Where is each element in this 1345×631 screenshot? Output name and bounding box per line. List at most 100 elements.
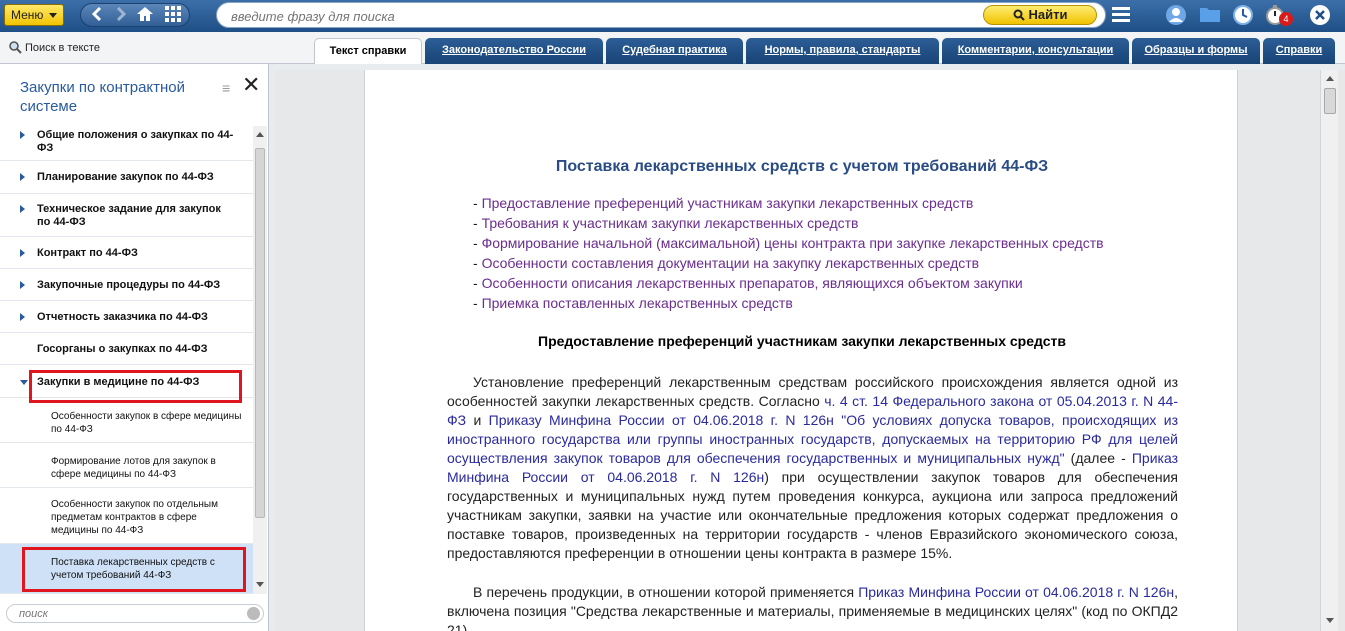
search-box: Найти <box>216 2 1106 28</box>
document-page: Поставка лекарственных средств с учетом … <box>364 70 1238 631</box>
home-icon[interactable] <box>133 6 157 24</box>
search-in-text-label: Поиск в тексте <box>25 42 100 54</box>
folder-icon[interactable] <box>1199 4 1223 26</box>
toc-item[interactable]: Техническое задание для закупок по 44-ФЗ <box>0 194 253 237</box>
scroll-down-icon[interactable] <box>1326 618 1334 623</box>
paragraph: Установление преференций лекарственным с… <box>447 373 1178 563</box>
toc-link-label: Предоставление преференций участникам за… <box>481 195 974 211</box>
toc-item-label: Госорганы о закупках по 44-ФЗ <box>37 343 208 355</box>
toc-list: Общие положения о закупках по 44-ФЗ План… <box>0 126 253 594</box>
magnifier-icon <box>9 41 22 54</box>
dash: - <box>473 295 482 311</box>
hamburger-icon[interactable] <box>1110 4 1134 26</box>
tab-help-text[interactable]: Текст справки <box>314 38 422 64</box>
toc-item-label: Общие положения о закупках по 44-ФЗ <box>37 129 234 154</box>
toc-item[interactable]: Контракт по 44-ФЗ <box>0 237 253 269</box>
toc-item[interactable]: Отчетность заказчика по 44-ФЗ <box>0 301 253 333</box>
panel-title: Закупки по контрактной системе <box>20 79 186 115</box>
find-button[interactable]: Найти <box>983 5 1097 25</box>
expand-arrow-icon <box>20 205 25 213</box>
toc-subitem-label: Формирование лотов для закупок в сфере м… <box>51 456 216 480</box>
dash: - <box>473 215 482 231</box>
order-link[interactable]: Приказ Минфина России от 04.06.2018 г. N… <box>858 584 1174 600</box>
grid-icon[interactable] <box>161 6 185 24</box>
clear-icon[interactable] <box>247 607 260 620</box>
list-menu-icon[interactable]: ≡ <box>222 80 230 96</box>
menu-button[interactable]: Меню <box>4 4 64 26</box>
expand-arrow-icon <box>20 173 25 181</box>
toc-item[interactable]: Госорганы о закупках по 44-ФЗ <box>0 333 253 365</box>
search-in-text-button[interactable]: Поиск в тексте <box>8 40 100 54</box>
toc-item-label: Техническое задание для закупок по 44-ФЗ <box>37 203 221 228</box>
expand-arrow-icon <box>20 281 25 289</box>
clock-icon[interactable] <box>1232 4 1256 26</box>
expand-arrow-icon <box>20 313 25 321</box>
panel-search-box <box>6 604 264 623</box>
tabs-bar: Поиск в тексте Текст справки Законодател… <box>0 32 1345 64</box>
expand-arrow-icon <box>20 131 25 139</box>
tab-court-practice[interactable]: Судебная практика <box>606 38 743 64</box>
panel-scrollbar[interactable] <box>253 126 267 594</box>
help-icon[interactable] <box>1309 4 1333 26</box>
toc-item[interactable]: Общие положения о закупках по 44-ФЗ <box>0 126 253 161</box>
dash: - <box>473 235 482 251</box>
close-icon[interactable]: ✕ <box>242 74 260 96</box>
toc-item[interactable]: Закупочные процедуры по 44-ФЗ <box>0 269 253 301</box>
toc-item-label: Закупки в медицине по 44-ФЗ <box>37 376 200 388</box>
scroll-thumb[interactable] <box>1324 88 1336 114</box>
scroll-down-icon[interactable] <box>256 582 264 587</box>
toc-item-expanded[interactable]: Закупки в медицине по 44-ФЗ <box>0 365 253 398</box>
toc-subitem-selected[interactable]: Поставка лекарственных средств с учетом … <box>0 544 253 594</box>
document-scrollbar[interactable] <box>1320 70 1338 631</box>
dash: - <box>473 275 482 291</box>
menu-button-label: Меню <box>11 8 44 22</box>
tab-legislation[interactable]: Законодательство России <box>425 38 603 64</box>
toc-link-label: Особенности составления документации на … <box>481 255 980 271</box>
tab-samples[interactable]: Образцы и формы <box>1132 38 1260 64</box>
toc-subitem[interactable]: Формирование лотов для закупок в сфере м… <box>0 443 253 488</box>
forward-icon[interactable] <box>109 6 133 24</box>
collapse-arrow-icon <box>20 380 28 385</box>
toc-item[interactable]: Планирование закупок по 44-ФЗ <box>0 161 253 194</box>
toc-link[interactable]: - Формирование начальной (максимальной) … <box>473 233 1213 253</box>
toc-link-label: Приемка поставленных лекарственных средс… <box>481 295 793 311</box>
notification-badge: 4 <box>1279 12 1293 26</box>
scroll-up-icon[interactable] <box>256 132 264 137</box>
find-button-label: Найти <box>1028 7 1068 22</box>
toc-link-label: Требования к участникам закупки лекарств… <box>481 215 859 231</box>
document-area: Поставка лекарственных средств с учетом … <box>274 70 1345 631</box>
back-icon[interactable] <box>85 6 109 24</box>
dash: - <box>473 195 482 211</box>
toc-item-label: Контракт по 44-ФЗ <box>37 247 138 259</box>
toc-subitem-label: Поставка лекарственных средств с учетом … <box>51 557 215 581</box>
toc-link[interactable]: - Особенности описания лекарственных пре… <box>473 273 1213 293</box>
tab-norms[interactable]: Нормы, правила, стандарты <box>746 38 939 64</box>
toc-subitem-label: Особенности закупок в сфере медицины по … <box>51 411 242 435</box>
toc-item-label: Закупочные процедуры по 44-ФЗ <box>37 279 221 291</box>
toc-link[interactable]: - Предоставление преференций участникам … <box>473 193 1213 213</box>
dash: - <box>473 255 482 271</box>
text: (далее - <box>1064 450 1132 466</box>
toc-link[interactable]: - Особенности составления документации н… <box>473 253 1213 273</box>
toc-link[interactable]: - Приемка поставленных лекарственных сре… <box>473 293 1213 313</box>
panel-search-input[interactable] <box>19 607 239 621</box>
expand-arrow-icon <box>20 249 25 257</box>
search-input[interactable] <box>231 7 971 25</box>
toc-link-label: Формирование начальной (максимальной) це… <box>481 235 1104 251</box>
tab-comments[interactable]: Комментарии, консультации <box>942 38 1129 64</box>
chevron-down-icon <box>49 13 57 18</box>
toc-subitem-label: Особенности закупок по отдельным предмет… <box>51 499 218 536</box>
user-icon[interactable] <box>1165 4 1189 26</box>
paragraph: В перечень продукции, в отношении которо… <box>447 583 1178 631</box>
search-icon <box>1013 9 1025 21</box>
scroll-up-icon[interactable] <box>1326 76 1334 81</box>
toc-subitem[interactable]: Особенности закупок по отдельным предмет… <box>0 488 253 544</box>
toc-item-label: Отчетность заказчика по 44-ФЗ <box>37 311 208 323</box>
tab-references[interactable]: Справки <box>1263 38 1335 64</box>
document-title: Поставка лекарственных средств с учетом … <box>555 158 1049 175</box>
toc-link-label: Особенности описания лекарственных препа… <box>481 275 1023 291</box>
toc-subitem[interactable]: Особенности закупок в сфере медицины по … <box>0 398 253 443</box>
scroll-thumb[interactable] <box>255 148 265 518</box>
top-toolbar: Меню Найти <box>0 0 1345 32</box>
toc-link[interactable]: - Требования к участникам закупки лекарс… <box>473 213 1213 233</box>
